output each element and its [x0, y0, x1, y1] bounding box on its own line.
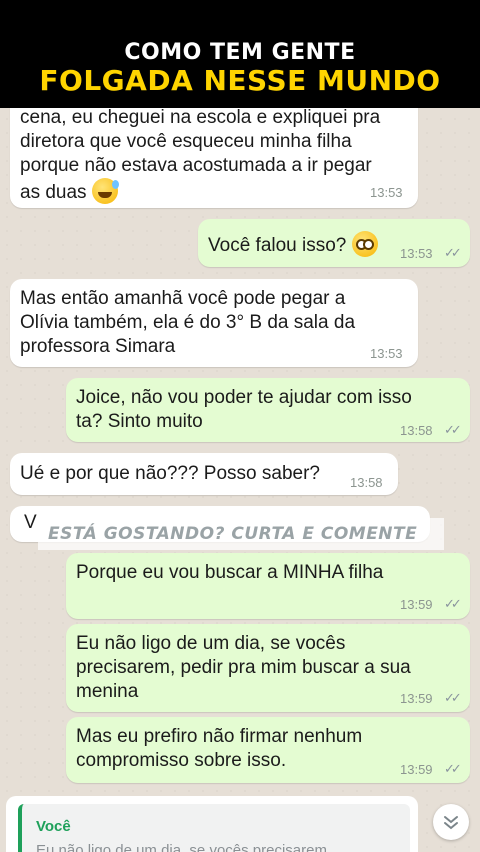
title-line-1: COMO TEM GENTE	[124, 40, 356, 65]
message-text: Você falou isso?	[208, 231, 378, 258]
message-time: 13:59	[400, 762, 433, 777]
message-time: 13:53	[400, 246, 433, 261]
double-check-icon: ✓✓	[444, 761, 462, 776]
message-text: cena, eu cheguei na escola e expliquei p…	[20, 107, 381, 204]
message-time: 13:58	[400, 423, 433, 438]
message-incoming[interactable]: cena, eu cheguei na escola e expliquei p…	[10, 96, 418, 208]
message-outgoing[interactable]: Você falou isso? 13:53 ✓✓	[198, 219, 470, 267]
reply-preview[interactable]: Você Eu não ligo de um dia, se vocês pre…	[6, 796, 418, 852]
message-text: Porque eu vou buscar a MINHA filha	[76, 562, 384, 583]
quoted-author: Você	[36, 818, 71, 835]
chat-area: cena, eu cheguei na escola e expliquei p…	[0, 0, 480, 852]
message-outgoing[interactable]: Porque eu vou buscar a MINHA filha 13:59…	[66, 553, 470, 619]
flushed-emoji-icon	[351, 231, 378, 257]
message-text: Mas então amanhã você pode pegar a Olívi…	[20, 288, 356, 357]
double-check-icon: ✓✓	[444, 690, 462, 705]
message-outgoing[interactable]: Joice, não vou poder te ajudar com isso …	[66, 378, 470, 442]
message-outgoing[interactable]: Eu não ligo de um dia, se vocês precisar…	[66, 624, 470, 712]
message-incoming[interactable]: Ué e por que não??? Posso saber? 13:58	[10, 453, 398, 495]
message-time: 13:58	[350, 475, 383, 490]
double-check-icon: ✓✓	[444, 245, 462, 260]
video-title-header: COMO TEM GENTE FOLGADA NESSE MUNDO	[0, 0, 480, 108]
message-time: 13:53	[370, 185, 403, 200]
scroll-down-button[interactable]	[433, 804, 469, 840]
quoted-snippet: Eu não ligo de um dia, se vocês precisar…	[36, 842, 327, 852]
message-outgoing[interactable]: Mas eu prefiro não firmar nenhum comprom…	[66, 717, 470, 783]
promo-overlay: ESTÁ GOSTANDO? CURTA E COMENTE	[38, 518, 444, 550]
double-check-icon: ✓✓	[444, 422, 462, 437]
chevron-double-down-icon	[444, 816, 458, 830]
message-time: 13:59	[400, 597, 433, 612]
message-time: 13:59	[400, 691, 433, 706]
sweat-smile-emoji-icon	[91, 178, 119, 204]
message-text: Mas eu prefiro não firmar nenhum comprom…	[76, 726, 363, 771]
message-text: Ué e por que não??? Posso saber?	[20, 463, 320, 484]
quoted-message[interactable]: Você Eu não ligo de um dia, se vocês pre…	[18, 804, 410, 852]
message-incoming[interactable]: Mas então amanhã você pode pegar a Olívi…	[10, 279, 418, 367]
message-time: 13:53	[370, 346, 403, 361]
double-check-icon: ✓✓	[444, 596, 462, 611]
message-text: Eu não ligo de um dia, se vocês precisar…	[76, 633, 411, 702]
title-line-2: FOLGADA NESSE MUNDO	[39, 64, 441, 97]
message-text: Joice, não vou poder te ajudar com isso …	[76, 387, 412, 432]
message-text: V	[24, 512, 37, 533]
